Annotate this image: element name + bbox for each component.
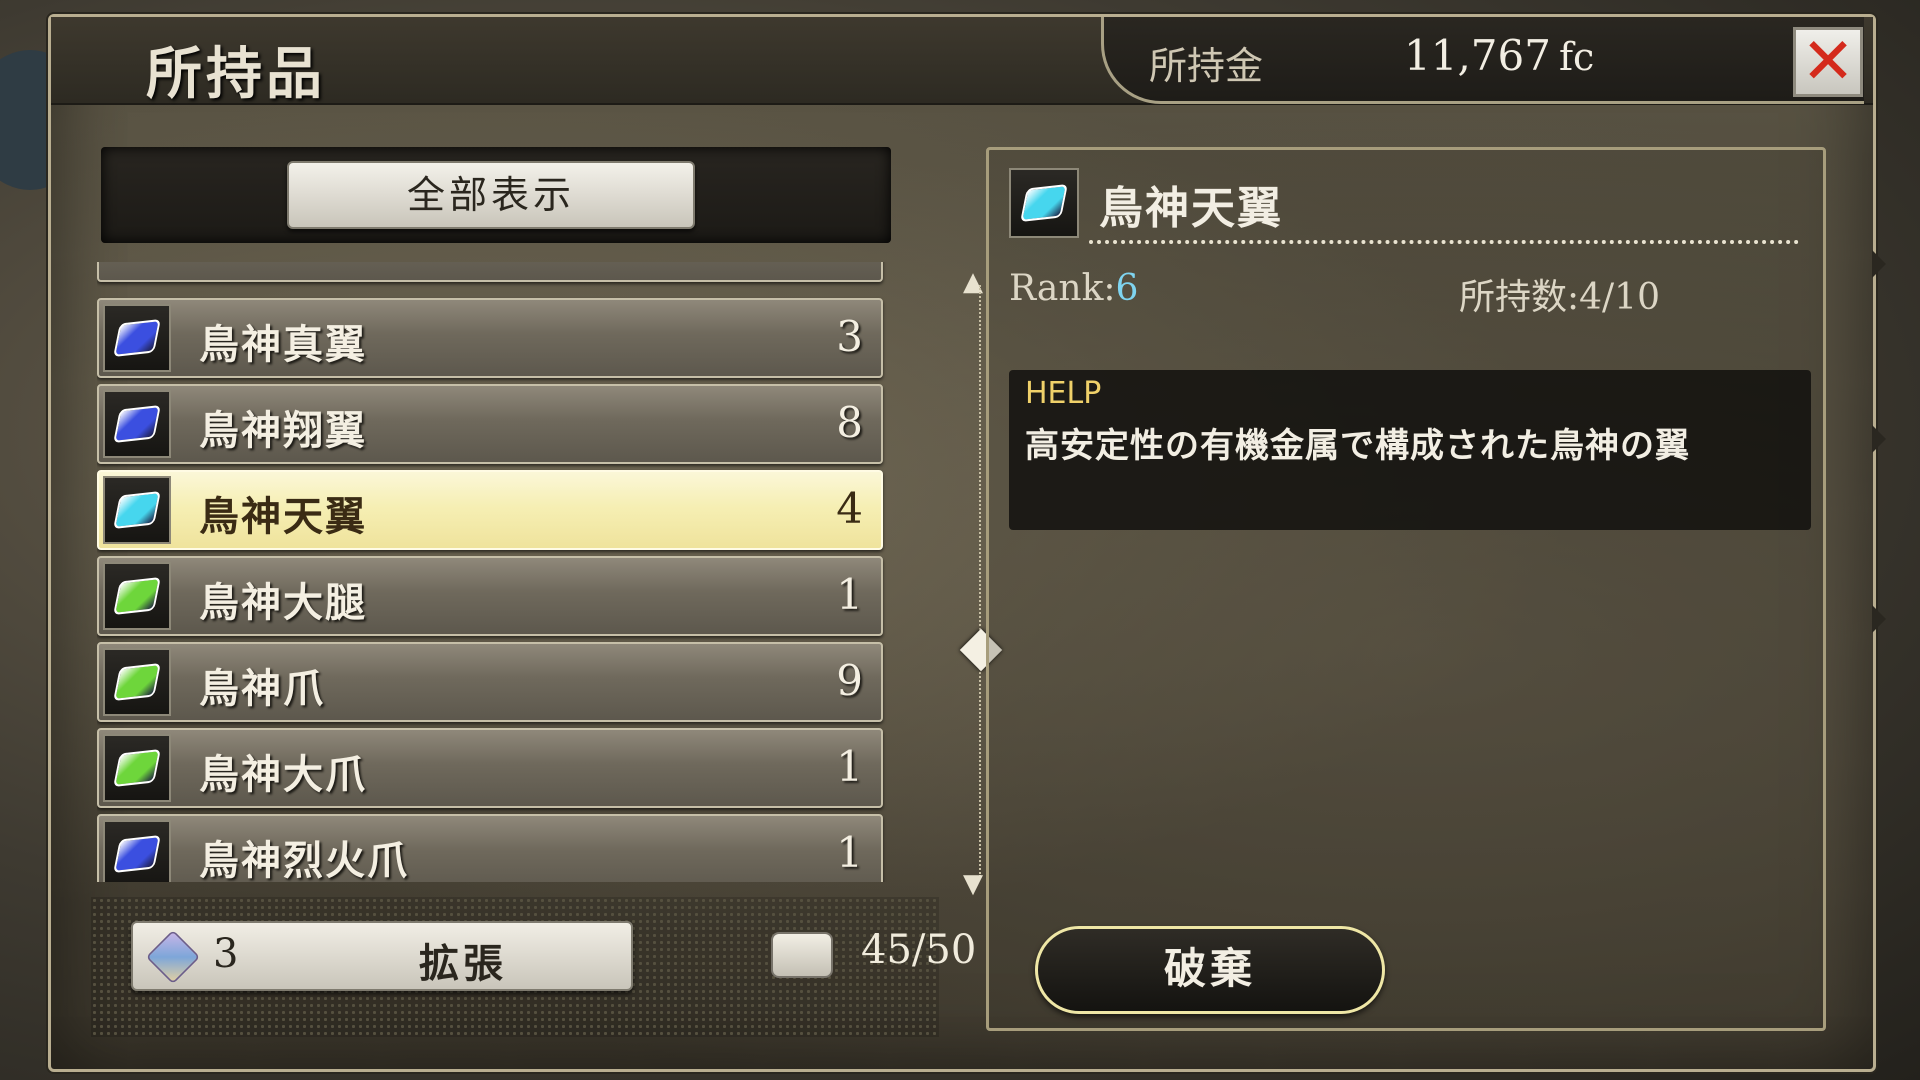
money-label: 所持金 [1149, 44, 1264, 88]
close-icon: ✕ [1801, 25, 1855, 99]
inventory-footer: 3 拡張 45/50 [91, 897, 976, 1037]
side-arrow-icon [1872, 425, 1886, 453]
side-arrow-icon [1872, 605, 1886, 633]
window-header: 所持品 所持金 11,767 fc ✕ [51, 17, 1873, 107]
gem-icon [113, 834, 161, 874]
rank-value: 6 [1115, 268, 1139, 309]
list-item[interactable]: 鳥神烈火爪 1 [97, 814, 883, 882]
item-count: 1 [836, 742, 863, 791]
divider [1089, 240, 1799, 244]
page-title: 所持品 [146, 41, 326, 107]
detail-item-icon [1009, 168, 1079, 238]
gem-icon [113, 318, 161, 358]
list-item[interactable]: 鳥神天翼 4 [97, 470, 883, 550]
list-item-partial[interactable] [97, 262, 883, 282]
item-list[interactable]: 鳥神真翼 3 鳥神翔翼 8 鳥神天翼 4 鳥神大腿 1 鳥神爪 9 鳥神大爪 1 鳥神烈火爪 1 [97, 262, 935, 882]
money-display: 所持金 11,767 fc [1101, 17, 1864, 104]
item-icon [103, 476, 171, 544]
gem-icon [113, 490, 161, 530]
item-name: 鳥神大腿 [199, 579, 367, 626]
gem-icon [1020, 183, 1068, 223]
list-item[interactable]: 鳥神翔翼 8 [97, 384, 883, 464]
item-icon [103, 390, 171, 458]
filter-bar: 全部表示 [101, 147, 891, 243]
currency-unit: fc [1558, 35, 1595, 79]
item-name: 鳥神烈火爪 [199, 837, 409, 882]
list-item[interactable]: 鳥神真翼 3 [97, 298, 883, 378]
discard-button[interactable]: 破棄 [1035, 926, 1385, 1014]
item-name: 鳥神天翼 [199, 493, 367, 540]
inventory-capacity: 45/50 [861, 927, 977, 973]
help-text: 高安定性の有機金属で構成された鳥神の翼 [1025, 426, 1690, 466]
item-icon [103, 304, 171, 372]
scrollbar-track[interactable] [979, 285, 983, 877]
item-count: 9 [836, 656, 863, 705]
owned-count: 所持数:4/10 [1459, 277, 1660, 318]
item-name: 鳥神爪 [199, 665, 325, 712]
item-name: 鳥神大爪 [199, 751, 367, 798]
item-count: 1 [836, 570, 863, 619]
item-icon [103, 562, 171, 630]
help-box: HELP 高安定性の有機金属で構成された鳥神の翼 [1009, 370, 1811, 530]
inventory-window: 所持品 所持金 11,767 fc ✕ 全部表示 鳥神真翼 3 鳥神翔翼 8 鳥神天翼 4 鳥… [48, 14, 1876, 1072]
item-icon [103, 734, 171, 802]
item-icon [103, 648, 171, 716]
show-all-button[interactable]: 全部表示 [287, 161, 695, 229]
item-count: 4 [836, 484, 863, 533]
expand-label: 拡張 [419, 940, 507, 987]
list-item[interactable]: 鳥神大爪 1 [97, 728, 883, 808]
gem-icon [113, 404, 161, 444]
detail-item-name: 鳥神天翼 [1099, 183, 1283, 234]
item-icon [103, 820, 171, 882]
list-item[interactable]: 鳥神大腿 1 [97, 556, 883, 636]
scroll-down-icon[interactable]: ▼ [963, 869, 983, 899]
close-button[interactable]: ✕ [1793, 27, 1863, 97]
storage-box-icon [771, 932, 833, 978]
item-detail-panel: 鳥神天翼 Rank:6 所持数:4/10 HELP 高安定性の有機金属で構成され… [986, 147, 1826, 1031]
expand-count: 3 [213, 931, 239, 977]
gem-icon [113, 662, 161, 702]
money-value: 11,767 fc [1404, 31, 1595, 80]
gem-icon [113, 576, 161, 616]
expand-button[interactable]: 3 拡張 [131, 921, 633, 991]
item-name: 鳥神翔翼 [199, 407, 367, 454]
side-arrow-icon [1872, 250, 1886, 278]
gem-icon [113, 748, 161, 788]
help-label: HELP [1025, 376, 1102, 411]
item-count: 8 [836, 398, 863, 447]
list-item[interactable]: 鳥神爪 9 [97, 642, 883, 722]
rank-label: Rank:6 [1009, 268, 1139, 309]
item-count: 1 [836, 828, 863, 877]
item-count: 3 [836, 312, 863, 361]
item-name: 鳥神真翼 [199, 321, 367, 368]
expansion-cube-icon [145, 929, 201, 985]
